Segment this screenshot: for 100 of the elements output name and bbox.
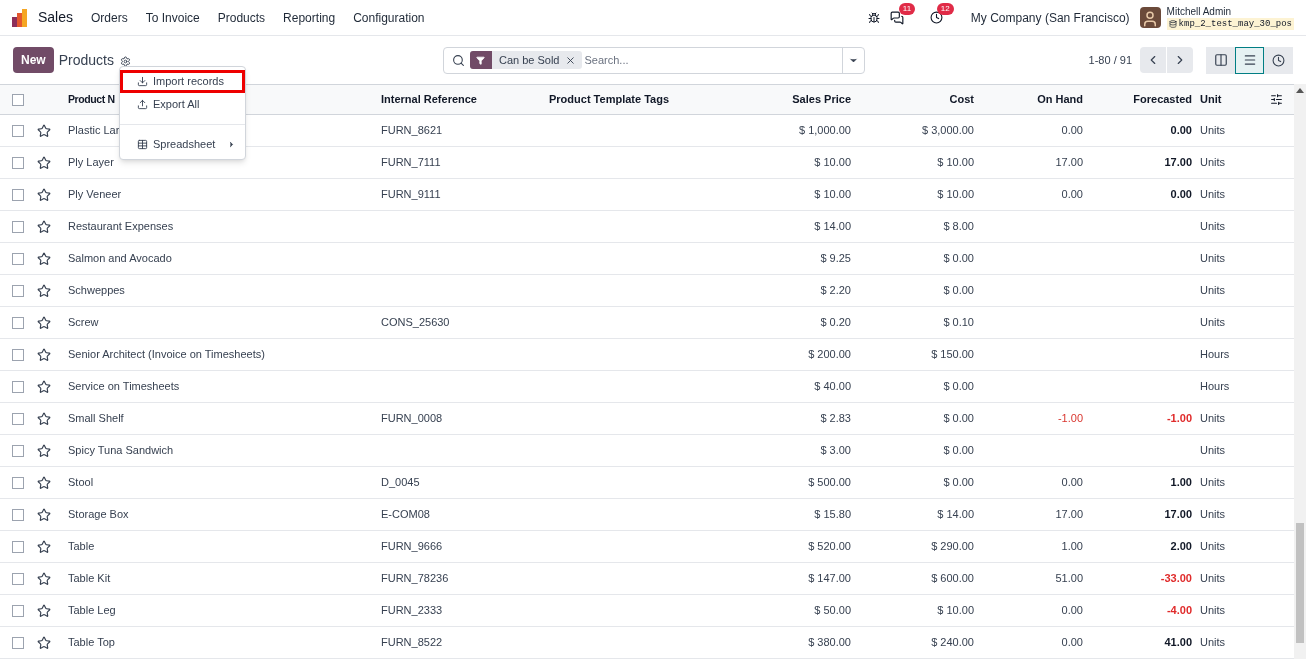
table-cell-text: Units [1200, 507, 1227, 523]
avatar-icon[interactable] [1139, 7, 1161, 28]
app-logo-icon[interactable] [12, 8, 30, 27]
database-name: kmp_2_test_may_30_pos [1166, 17, 1294, 30]
favorite-star-icon[interactable] [37, 347, 51, 362]
table-cell-text: Units [1200, 539, 1227, 555]
row-checkbox[interactable] [12, 188, 24, 201]
activity-icon[interactable] [929, 11, 943, 24]
table-cell-text: $ 0.00 [942, 251, 975, 267]
column-header[interactable]: Product N [68, 93, 115, 106]
messages-badge: 11 [898, 2, 916, 15]
table-cell-text: $ 1,000.00 [798, 123, 852, 139]
favorite-star-icon[interactable] [37, 475, 51, 490]
favorite-star-icon[interactable] [37, 443, 51, 458]
table-cell-text: Senior Architect (Invoice on Timesheets) [67, 347, 266, 363]
row-checkbox[interactable] [12, 572, 24, 585]
dropdown-item[interactable]: Export All [120, 93, 245, 116]
menu-item[interactable]: Products [217, 8, 266, 27]
scroll-up-icon[interactable] [1296, 88, 1304, 93]
view-switch-button[interactable] [1264, 46, 1293, 74]
favorite-star-icon[interactable] [37, 635, 51, 650]
favorite-star-icon[interactable] [37, 539, 51, 554]
app-name[interactable]: Sales [38, 7, 74, 28]
dropdown-item[interactable]: Import records [120, 70, 245, 93]
favorite-star-icon[interactable] [37, 379, 51, 394]
favorite-star-icon[interactable] [37, 187, 51, 202]
column-header[interactable]: Forecasted [1133, 93, 1192, 106]
table-cell-text: FURN_9666 [380, 539, 444, 555]
table-cell-text: 51.00 [1054, 571, 1084, 587]
row-checkbox[interactable] [12, 284, 24, 297]
row-checkbox[interactable] [12, 636, 24, 649]
favorite-star-icon[interactable] [37, 155, 51, 170]
row-checkbox[interactable] [12, 412, 24, 425]
row-checkbox[interactable] [12, 316, 24, 329]
row-checkbox[interactable] [12, 380, 24, 393]
table-cell-text: $ 0.00 [942, 475, 975, 491]
table-cell-text: 0.00 [1060, 187, 1084, 203]
row-checkbox[interactable] [12, 124, 24, 137]
table-cell-text: $ 10.00 [813, 187, 852, 203]
menu-item[interactable]: Configuration [353, 8, 425, 27]
view-switch-button[interactable] [1206, 46, 1235, 74]
table-cell-text: $ 240.00 [930, 635, 975, 651]
table-cell-text: 2.00 [1169, 539, 1193, 555]
favorite-star-icon[interactable] [37, 603, 51, 618]
row-checkbox[interactable] [12, 508, 24, 521]
favorite-star-icon[interactable] [37, 283, 51, 298]
table-cell-text: 0.00 [1060, 603, 1084, 619]
filter-icon [476, 55, 486, 65]
messages-icon[interactable] [889, 10, 904, 25]
table-cell-text: 0.00 [1060, 475, 1084, 491]
optional-columns-icon[interactable] [1270, 93, 1283, 106]
favorite-star-icon[interactable] [37, 507, 51, 522]
row-checkbox[interactable] [12, 604, 24, 617]
remove-icon[interactable] [565, 54, 577, 66]
search-field[interactable]: Can be Sold Search... [442, 46, 865, 74]
view-switch-button[interactable] [1235, 46, 1264, 74]
table-cell-text: Hours [1200, 347, 1231, 363]
row-checkbox[interactable] [12, 476, 24, 489]
column-header[interactable]: Sales Price [792, 93, 851, 106]
search-input[interactable]: Search... [584, 51, 842, 69]
company-switcher[interactable]: My Company (San Francisco) [970, 8, 1130, 27]
menu-item[interactable]: Orders [91, 8, 128, 27]
table-cell-text: D_0045 [380, 475, 421, 491]
column-header[interactable]: On Hand [1037, 93, 1083, 106]
table-cell-text: Spicy Tuna Sandwich [67, 443, 175, 459]
dropdown-item[interactable]: Spreadsheet [120, 133, 245, 156]
table-cell-text: FURN_2333 [380, 603, 444, 619]
row-checkbox[interactable] [12, 156, 24, 169]
row-checkbox[interactable] [12, 252, 24, 265]
pager-value[interactable]: 1-80 / 91 [1088, 51, 1132, 69]
favorite-star-icon[interactable] [37, 571, 51, 586]
table-cell-text: $ 0.00 [942, 283, 975, 299]
menu-item[interactable]: To Invoice [145, 8, 200, 27]
column-header[interactable]: Internal Reference [381, 93, 477, 106]
scrollbar-thumb[interactable] [1296, 523, 1304, 643]
favorite-star-icon[interactable] [37, 251, 51, 266]
filter-facet[interactable]: Can be Sold [469, 51, 583, 69]
favorite-star-icon[interactable] [37, 123, 51, 138]
new-button[interactable]: New [13, 47, 54, 73]
settings-icon[interactable] [119, 55, 131, 67]
column-header[interactable]: Cost [949, 93, 974, 106]
row-checkbox[interactable] [12, 220, 24, 233]
table-cell-text: Units [1200, 603, 1227, 619]
table-cell-text: Units [1200, 571, 1227, 587]
table-cell-text: Schweppes [67, 283, 126, 299]
table-cell-text: Restaurant Expenses [67, 219, 175, 235]
table-cell-text: FURN_78236 [380, 571, 450, 587]
favorite-star-icon[interactable] [37, 411, 51, 426]
row-checkbox[interactable] [12, 348, 24, 361]
user-name: Mitchell Admin [1166, 5, 1233, 18]
favorite-star-icon[interactable] [37, 315, 51, 330]
select-all-checkbox[interactable] [12, 93, 24, 106]
table-cell-text: $ 2.20 [819, 283, 852, 299]
column-header[interactable]: Product Template Tags [549, 93, 669, 106]
bug-icon[interactable] [867, 11, 880, 24]
column-header[interactable]: Unit [1200, 93, 1222, 106]
row-checkbox[interactable] [12, 444, 24, 457]
favorite-star-icon[interactable] [37, 219, 51, 234]
menu-item[interactable]: Reporting [283, 8, 336, 27]
row-checkbox[interactable] [12, 540, 24, 553]
